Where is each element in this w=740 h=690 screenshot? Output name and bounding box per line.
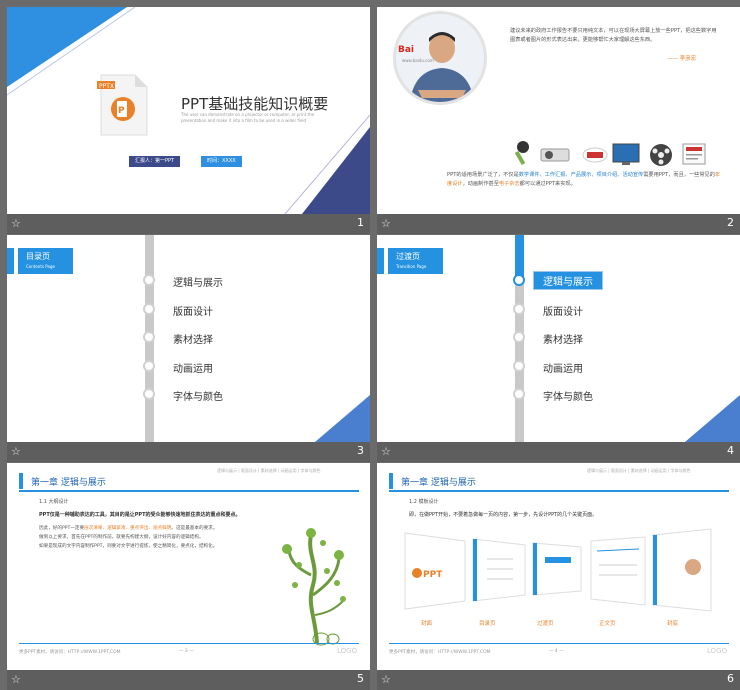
top-nav: 逻辑与展示 | 版面设计 | 素材选择 | 动画运用 | 字体与颜色 (587, 468, 691, 473)
quote-text: 建议未来的政府工作报告不要只用纯文本，可以在现场大屏幕上放一些PPT，把这些数字… (510, 28, 717, 43)
slide-number: 3 (357, 444, 364, 457)
slide-footer-bar: ☆ 4 (377, 442, 740, 462)
slide-thumb-4[interactable]: 过渡页 Transition Page 逻辑与展示 版面设计 素材选择 动画运用… (377, 235, 740, 462)
star-icon[interactable]: ☆ (11, 673, 21, 686)
tree-illustration (282, 528, 346, 646)
section-title: 1.1 大纲设计 (39, 499, 69, 505)
svg-text:P: P (118, 106, 125, 116)
slide-number: 6 (727, 672, 734, 685)
footer-rule (19, 643, 359, 644)
slide-canvas: PPTX P PPT基础技能知识概要 The user can demonstr… (7, 7, 370, 214)
svg-text:PPTX: PPTX (99, 83, 114, 90)
preview-label: 正文页 (599, 621, 616, 627)
media-icons-row (509, 135, 719, 175)
preview-label: 过渡页 (537, 621, 554, 627)
slide-title: PPT基础技能知识概要 (181, 95, 329, 113)
slide-thumb-5[interactable]: 逻辑与展示 | 版面设计 | 素材选择 | 动画运用 | 字体与颜色 第一章 逻… (7, 463, 370, 690)
footer-text: 更多PPT素材，请访问：HTTP://WWW.1PPT.COM (389, 650, 491, 655)
template-page-previews: PPT (404, 528, 712, 612)
contents-preview (472, 538, 526, 602)
pptx-file-icon: PPTX P (97, 73, 149, 137)
slide-number: 4 (727, 444, 734, 457)
cover-preview: PPT (404, 532, 466, 610)
transition-preview (532, 542, 582, 596)
lead-text: 即，在做PPT开始，不要着急做每一页的内容，第一步，先设计PPT的几个关键页面。 (409, 512, 598, 518)
lead-text: PPT仅是一种辅助表达的工具，其目的是让PPT的受众能够快速地抓住表达的重点和要… (39, 512, 241, 518)
film-reel-icon (650, 144, 672, 166)
slide-canvas: 过渡页 Transition Page 逻辑与展示 版面设计 素材选择 动画运用… (377, 235, 740, 442)
content-preview (590, 536, 646, 606)
slide-subtitle: The user can demonstrate on a projector … (181, 112, 315, 123)
microphone-icon (514, 141, 529, 166)
chapter-accent (389, 473, 393, 489)
slide-number: 1 (357, 216, 364, 229)
body-line: 因此，好的PPT一定要层次清晰、逻辑紧凑、重点突出、观点鲜明。这是最基本的要求。 (39, 526, 218, 531)
portrait-photo: Bai www.baidu.com (393, 11, 487, 105)
slide-canvas: Bai www.baidu.com 建议未来的政府工作报告不要只用纯文本，可以在… (377, 7, 740, 214)
slide-footer-bar: ☆ 2 (377, 214, 740, 234)
svg-text:PPT: PPT (423, 570, 443, 580)
reporter-badge: 汇报人：第一PPT (129, 156, 181, 167)
preview-label: 目录页 (479, 621, 496, 627)
chapter-accent (19, 473, 23, 489)
star-icon[interactable]: ☆ (11, 217, 21, 230)
star-icon[interactable]: ☆ (381, 673, 391, 686)
body-line: 如果是现成的文字内容制作PPT，则要对文字进行提炼，使之精简化，要点化，结构化。 (39, 544, 218, 549)
slide-footer-bar: ☆ 6 (377, 670, 740, 690)
monitor-icon (612, 143, 640, 165)
section-title: 1.2 模板设计 (409, 499, 439, 505)
slide-canvas: 逻辑与展示 | 版面设计 | 素材选择 | 动画运用 | 字体与颜色 第一章 逻… (7, 463, 370, 670)
slide-thumb-3[interactable]: 目录页 Contents Page 逻辑与展示 版面设计 素材选择 动画运用 字… (7, 235, 370, 462)
footer-text: 更多PPT素材，请访问：HTTP://WWW.1PPT.COM (19, 650, 121, 655)
preview-label: 封面 (421, 621, 433, 627)
slide-thumb-6[interactable]: 逻辑与展示 | 版面设计 | 素材选择 | 动画运用 | 字体与颜色 第一章 逻… (377, 463, 740, 690)
time-badge: 时间：XXXX (201, 156, 242, 167)
chapter-title: 第一章 逻辑与展示 (401, 478, 476, 488)
body-line: 做到以上要求，首先在PPT的制作前，就要先构建大纲，设计好内容的逻辑结构。 (39, 535, 204, 540)
svg-text:www.baidu.com: www.baidu.com (402, 58, 434, 63)
slide-thumb-1[interactable]: PPTX P PPT基础技能知识概要 The user can demonstr… (7, 7, 370, 234)
corner-triangle (685, 395, 740, 442)
body-text: PPT的适用场景广泛了，不仅是数学课件、工作汇报、产品展示、项目介绍、活动宣传需… (447, 172, 721, 187)
star-icon[interactable]: ☆ (381, 445, 391, 458)
page-indicator: — 4 — (549, 649, 564, 654)
projector-icon (540, 148, 570, 162)
top-nav: 逻辑与展示 | 版面设计 | 素材选择 | 动画运用 | 字体与颜色 (217, 468, 321, 473)
backcover-preview (652, 528, 712, 612)
preview-label: 封底 (667, 621, 679, 627)
footer-rule (389, 643, 729, 644)
chapter-title: 第一章 逻辑与展示 (31, 478, 106, 488)
flag-icon (582, 147, 608, 163)
logo-text: LOGO (707, 647, 728, 655)
chapter-rule (19, 490, 359, 492)
slide-number: 5 (357, 672, 364, 685)
corner-triangle (315, 395, 370, 442)
newspaper-icon (682, 143, 706, 165)
slide-number: 2 (727, 216, 734, 229)
slide-footer-bar: ☆ 5 (7, 670, 370, 690)
slide-canvas: 目录页 Contents Page 逻辑与展示 版面设计 素材选择 动画运用 字… (7, 235, 370, 442)
svg-text:Bai: Bai (398, 45, 414, 55)
star-icon[interactable]: ☆ (381, 217, 391, 230)
slide-footer-bar: ☆ 3 (7, 442, 370, 462)
logo-text: LOGO (337, 647, 358, 655)
slide-canvas: 逻辑与展示 | 版面设计 | 素材选择 | 动画运用 | 字体与颜色 第一章 逻… (377, 463, 740, 670)
quote-author: —— 李彦宏 (667, 56, 697, 62)
slide-thumb-2[interactable]: Bai www.baidu.com 建议未来的政府工作报告不要只用纯文本，可以在… (377, 7, 740, 234)
page-indicator: — 3 — (179, 649, 194, 654)
chapter-rule (389, 490, 729, 492)
star-icon[interactable]: ☆ (11, 445, 21, 458)
slide-footer-bar: ☆ 1 (7, 214, 370, 234)
